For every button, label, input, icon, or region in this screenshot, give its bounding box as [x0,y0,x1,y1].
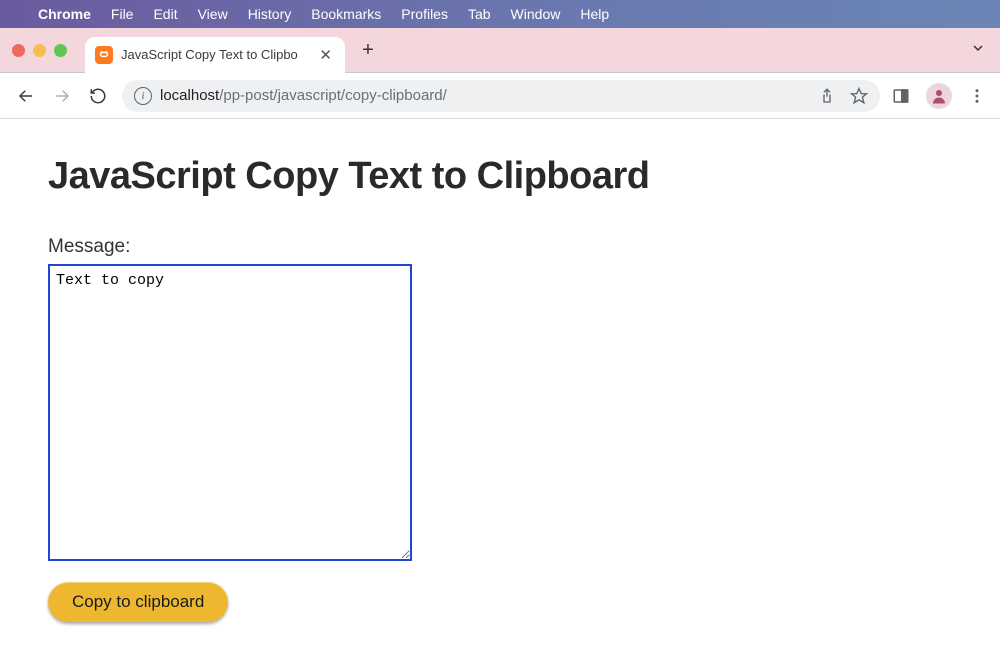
address-bar-actions [818,87,868,105]
url-host: localhost [160,87,219,104]
menu-icon[interactable] [968,87,986,105]
browser-toolbar: i localhost/pp-post/javascript/copy-clip… [0,73,1000,119]
menubar-file[interactable]: File [111,6,134,22]
url-path: /pp-post/javascript/copy-clipboard/ [219,87,447,104]
side-panel-icon[interactable] [892,87,910,105]
menubar-edit[interactable]: Edit [153,6,177,22]
site-info-icon[interactable]: i [134,87,152,105]
tab-close-icon[interactable]: ✕ [316,46,335,64]
tabs-dropdown-icon[interactable] [970,40,986,60]
tab-title: JavaScript Copy Text to Clipbo [121,47,308,62]
menubar-help[interactable]: Help [580,6,609,22]
profile-avatar-icon[interactable] [926,83,952,109]
macos-menubar: Chrome File Edit View History Bookmarks … [0,0,1000,28]
copy-to-clipboard-button[interactable]: Copy to clipboard [48,582,228,622]
window-close-button[interactable] [12,44,25,57]
menubar-window[interactable]: Window [511,6,561,22]
browser-tab[interactable]: ඏ JavaScript Copy Text to Clipbo ✕ [85,37,345,73]
menubar-app-name[interactable]: Chrome [38,6,91,22]
message-textarea[interactable] [48,264,412,561]
message-label: Message: [48,236,952,258]
new-tab-button[interactable]: + [353,35,383,65]
menubar-profiles[interactable]: Profiles [401,6,448,22]
page-heading: JavaScript Copy Text to Clipboard [48,155,952,198]
reload-button[interactable] [86,84,110,108]
url-text: localhost/pp-post/javascript/copy-clipbo… [160,87,447,104]
window-maximize-button[interactable] [54,44,67,57]
address-bar[interactable]: i localhost/pp-post/javascript/copy-clip… [122,80,880,112]
browser-tabstrip: ඏ JavaScript Copy Text to Clipbo ✕ + [0,28,1000,73]
menubar-history[interactable]: History [248,6,292,22]
tab-favicon-icon: ඏ [95,46,113,64]
menubar-bookmarks[interactable]: Bookmarks [311,6,381,22]
back-button[interactable] [14,84,38,108]
menubar-tab[interactable]: Tab [468,6,491,22]
window-controls [12,44,67,57]
forward-button[interactable] [50,84,74,108]
bookmark-icon[interactable] [850,87,868,105]
menubar-view[interactable]: View [198,6,228,22]
toolbar-right [892,83,986,109]
window-minimize-button[interactable] [33,44,46,57]
share-icon[interactable] [818,87,836,105]
page-content: JavaScript Copy Text to Clipboard Messag… [0,119,1000,658]
